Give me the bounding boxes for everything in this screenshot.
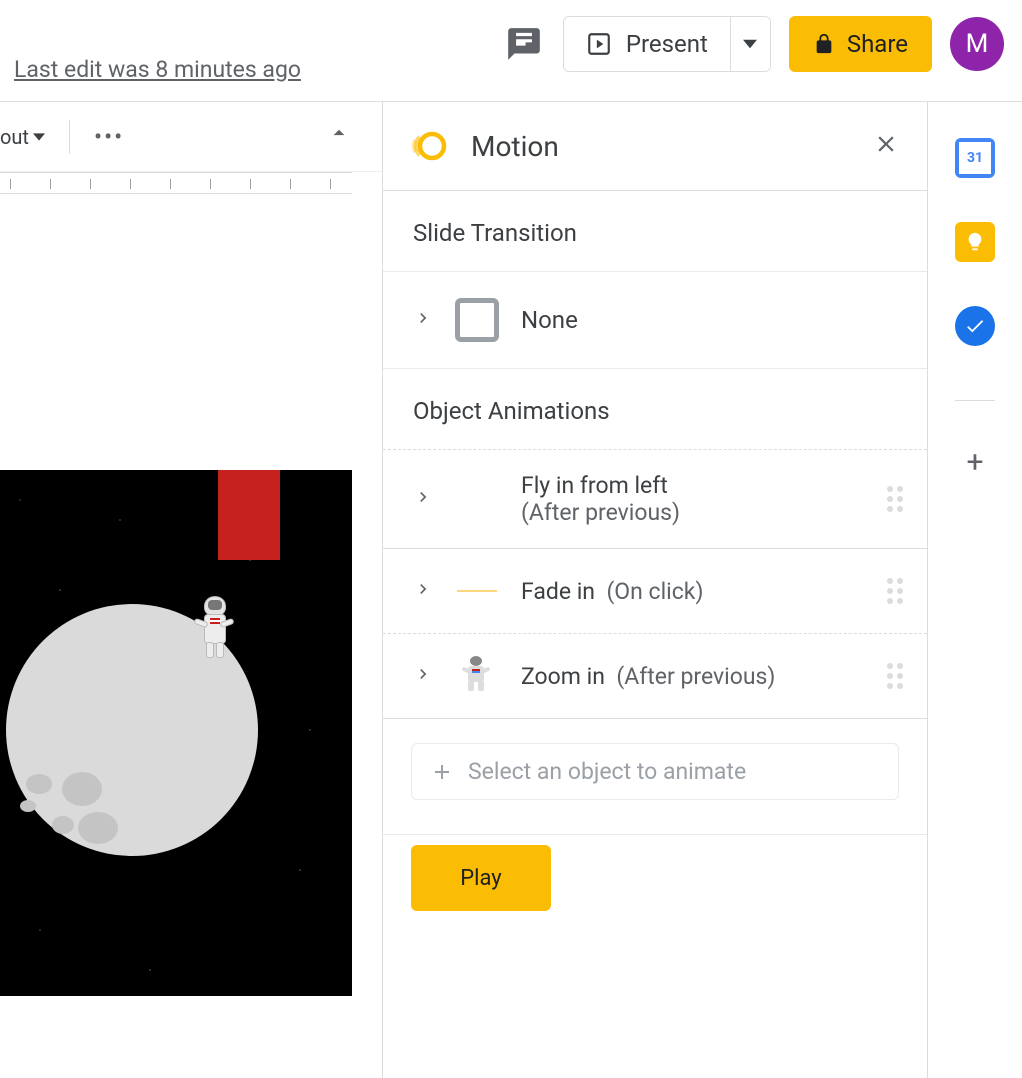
motion-title: Motion bbox=[471, 130, 873, 163]
animation-row-fly-in[interactable]: Fly in from left (After previous) bbox=[383, 449, 927, 549]
animation-list: Fly in from left (After previous) Fade i… bbox=[383, 449, 927, 719]
animation-row-fade-in[interactable]: Fade in (On click) bbox=[383, 549, 927, 634]
more-menu[interactable]: ••• bbox=[94, 123, 124, 151]
motion-panel-header: Motion bbox=[383, 102, 927, 191]
calendar-day: 31 bbox=[967, 150, 983, 166]
toolbar-left: out ••• bbox=[0, 120, 124, 154]
drag-handle-icon[interactable] bbox=[887, 578, 903, 604]
present-button[interactable]: Present bbox=[564, 17, 730, 71]
avatar[interactable]: M bbox=[950, 17, 1004, 71]
animation-effect: Fade in (On click) bbox=[521, 578, 703, 605]
keep-icon[interactable] bbox=[955, 222, 995, 262]
transition-value: None bbox=[521, 306, 578, 334]
comments-icon[interactable] bbox=[503, 24, 545, 64]
motion-icon bbox=[411, 128, 447, 164]
slide-canvas[interactable] bbox=[0, 470, 352, 996]
top-actions: Present Share M bbox=[503, 16, 1004, 72]
panel-divider bbox=[383, 834, 927, 835]
drag-handle-icon[interactable] bbox=[887, 663, 903, 689]
astronaut-icon bbox=[462, 656, 492, 696]
animation-row-zoom-in[interactable]: Zoom in (After previous) bbox=[383, 634, 927, 719]
play-button[interactable]: Play bbox=[411, 845, 551, 911]
animation-effect: Fly in from left bbox=[521, 472, 680, 499]
play-label: Play bbox=[460, 866, 501, 891]
astronaut-shape[interactable] bbox=[196, 596, 236, 662]
avatar-letter: M bbox=[966, 29, 989, 59]
chevron-right-icon bbox=[413, 308, 433, 332]
toolbar-row: out ••• bbox=[0, 102, 382, 172]
animation-effect: Zoom in (After previous) bbox=[521, 663, 775, 690]
object-animations-heading: Object Animations bbox=[383, 369, 927, 449]
animation-trigger: (After previous) bbox=[521, 499, 680, 526]
ruler bbox=[0, 172, 352, 194]
present-dropdown[interactable] bbox=[730, 17, 770, 71]
add-animation-label: Select an object to animate bbox=[468, 758, 746, 785]
close-icon[interactable] bbox=[873, 131, 899, 161]
collapse-toolbar-button[interactable] bbox=[326, 120, 352, 150]
rail-divider bbox=[955, 400, 995, 401]
chevron-right-icon bbox=[413, 487, 433, 511]
share-button[interactable]: Share bbox=[789, 16, 932, 72]
drag-handle-icon[interactable] bbox=[887, 486, 903, 512]
animation-thumbnail bbox=[453, 571, 501, 611]
animation-thumbnail bbox=[453, 656, 501, 696]
slide-icon bbox=[455, 298, 499, 342]
chevron-right-icon bbox=[413, 579, 433, 603]
last-edit-link[interactable]: Last edit was 8 minutes ago bbox=[14, 56, 301, 83]
add-addon-button[interactable]: + bbox=[966, 445, 983, 480]
calendar-icon[interactable]: 31 bbox=[955, 138, 995, 178]
chevron-right-icon bbox=[413, 664, 433, 688]
transition-row[interactable]: None bbox=[383, 271, 927, 369]
share-label: Share bbox=[847, 30, 908, 58]
motion-panel: Motion Slide Transition None Object Anim… bbox=[382, 102, 928, 1078]
present-button-group: Present bbox=[563, 16, 771, 72]
slide-transition-heading: Slide Transition bbox=[383, 191, 927, 271]
red-rectangle-shape[interactable] bbox=[218, 470, 280, 560]
top-bar: Last edit was 8 minutes ago Present Shar… bbox=[0, 0, 1022, 102]
layout-label-text: out bbox=[0, 125, 29, 149]
present-label: Present bbox=[626, 30, 708, 58]
add-animation-button: Select an object to animate bbox=[411, 743, 899, 800]
side-panel-rail: 31 + bbox=[928, 102, 1022, 1078]
plus-icon bbox=[430, 760, 454, 784]
toolbar-divider bbox=[69, 120, 70, 154]
layout-dropdown[interactable]: out bbox=[0, 125, 45, 149]
tasks-icon[interactable] bbox=[955, 306, 995, 346]
animation-thumbnail bbox=[453, 479, 501, 519]
